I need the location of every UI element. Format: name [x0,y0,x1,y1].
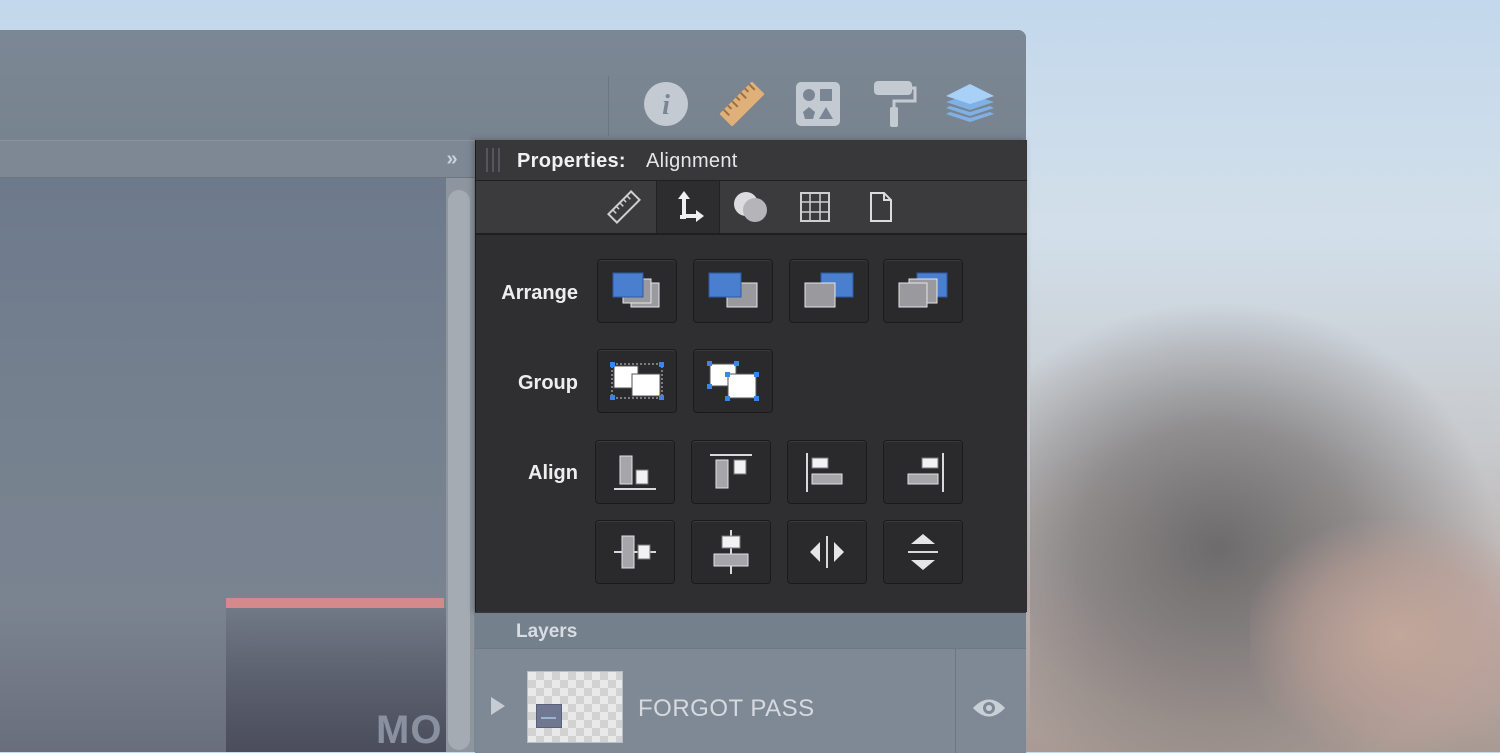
send-to-back-button[interactable] [883,259,963,323]
shapes-button[interactable] [790,76,846,132]
properties-panel: Properties: Alignment Arrange Group Alig… [475,140,1027,612]
properties-subtitle: Alignment [646,150,738,172]
svg-text:i: i [662,90,670,121]
tab-alignment[interactable] [656,181,720,233]
disclosure-triangle-icon[interactable] [491,697,505,715]
ruler-tab-icon [607,190,641,224]
align-right-icon [907,453,944,492]
send-to-back-icon [898,272,948,308]
distribute-horizontal-icon [810,536,844,568]
align-vertical-center-icon [614,535,656,569]
distribute-vertical-icon [908,534,938,570]
layers-icon [946,84,994,122]
info-button[interactable]: i [638,76,694,132]
eye-icon [973,699,1005,717]
align-left-button[interactable] [787,440,867,504]
distribute-vertical-button[interactable] [883,520,963,584]
tab-ruler[interactable] [593,181,655,233]
align-bottom-icon [614,455,656,490]
properties-tab-bar [476,181,1027,235]
ungroup-icon [707,361,759,401]
bring-to-front-icon [612,272,660,308]
align-vertical-center-button[interactable] [595,520,675,584]
layer-thumbnail [527,671,623,743]
desktop-background-glow [1250,520,1500,752]
properties-title: Properties: [517,150,626,172]
distribute-horizontal-button[interactable] [787,520,867,584]
layers-title: Layers [516,621,578,642]
arrange-label: Arrange [501,282,578,304]
bring-to-front-button[interactable] [597,259,677,323]
canvas-text-fragment: MO [376,708,443,752]
tab-shapes[interactable] [720,181,782,233]
align-label: Align [528,462,578,484]
design-canvas[interactable]: MO [0,178,446,752]
collapse-panel-icon[interactable]: » [440,147,464,171]
send-backward-icon [804,272,854,308]
paint-roller-icon [874,81,917,127]
paint-roller-button[interactable] [866,76,922,132]
canvas-header-bar: » [0,140,476,178]
toolbar-separator [608,76,609,136]
shapes-icon [796,82,840,126]
group-label: Group [518,372,578,394]
align-horizontal-center-button[interactable] [691,520,771,584]
layers-button[interactable] [942,76,998,132]
layers-header: Layers [475,612,1026,649]
ruler-icon [719,81,765,127]
scrollbar-thumb[interactable] [448,190,470,750]
ungroup-button[interactable] [693,349,773,413]
align-top-button[interactable] [691,440,771,504]
canvas-red-line [226,598,444,608]
group-icon [610,362,664,400]
layer-row[interactable]: FORGOT PASS [475,648,1026,753]
layer-visibility-separator [955,649,956,753]
layer-thumbnail-content [536,704,562,728]
align-left-icon [806,453,843,492]
bring-forward-icon [708,272,758,308]
alignment-tab-icon [678,191,704,222]
drag-handle-icon[interactable] [486,148,504,172]
properties-header: Properties: Alignment [476,140,1027,181]
grid-tab-icon [800,192,830,222]
visibility-toggle[interactable] [971,695,1007,721]
align-horizontal-center-icon [713,530,749,574]
document-tab-icon [870,192,892,222]
send-backward-button[interactable] [789,259,869,323]
group-button[interactable] [597,349,677,413]
tab-grid[interactable] [784,181,846,233]
tab-document[interactable] [850,181,912,233]
bring-forward-button[interactable] [693,259,773,323]
main-toolbar: i [0,30,1026,140]
ruler-button[interactable] [714,76,770,132]
shapes-overlap-tab-icon [734,192,767,222]
info-icon: i [644,82,688,126]
align-top-icon [710,454,752,489]
layer-name: FORGOT PASS [638,695,815,722]
align-bottom-button[interactable] [595,440,675,504]
align-right-button[interactable] [883,440,963,504]
